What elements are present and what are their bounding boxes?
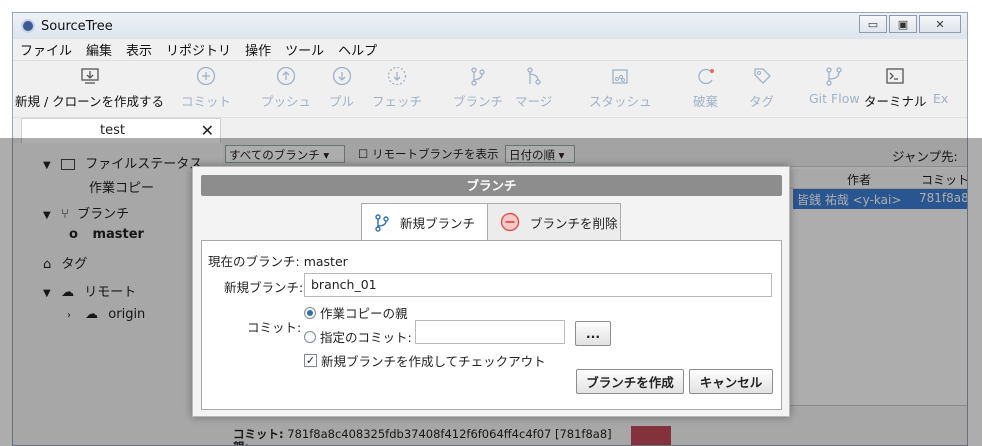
minus-circle-icon [500,212,520,232]
stash-icon [612,69,628,84]
terminal-icon [886,68,904,84]
tag-button[interactable]: タグ [749,65,774,110]
menu-help[interactable]: ヘルプ [331,40,384,59]
tab-delete-branch-label: ブランチを削除 [530,215,618,231]
title-bar: SourceTree ▭ ▣ ✕ [13,13,967,39]
explorer-button[interactable]: Ex [933,91,948,106]
terminal-button[interactable]: ターミナル [864,65,927,110]
branch-button[interactable]: ブランチ [453,65,503,110]
stash-label: スタッシュ [589,94,652,109]
specified-commit-input[interactable] [415,320,565,344]
branch-label: ブランチ [453,94,504,109]
git-flow-icon [826,67,842,86]
tab-delete-branch[interactable]: ブランチを削除 [487,203,621,241]
radio-specified-commit-label: 指定のコミット: [320,330,412,345]
commit-button[interactable]: コミット [181,65,231,110]
discard-button[interactable]: 破棄 [693,65,718,110]
discard-label: 破棄 [693,94,719,109]
maximize-button[interactable]: ▣ [889,15,917,33]
dialog-body: 現在のブランチ: master 新規ブランチ: branch_01 コミット: … [201,240,782,410]
new-branch-input[interactable]: branch_01 [304,273,772,297]
git-flow-label: Git Flow [809,91,860,106]
push-button[interactable]: プッシュ [261,65,311,110]
menu-view[interactable]: 表示 [119,40,159,59]
new-branch-label: 新規ブランチ: [224,280,304,295]
menu-actions[interactable]: 操作 [238,40,278,59]
clone-new-button[interactable]: 新規 / クローンを作成する [15,65,164,110]
checkout-checkbox-label: 新規ブランチを作成してチェックアウト [321,354,546,369]
menu-tools[interactable]: ツール [278,40,331,59]
current-branch-row: 現在のブランチ: master [208,251,348,270]
fetch-button[interactable]: フェッチ [372,65,422,110]
repo-tab-label: test [100,123,125,138]
menu-bar: ファイル 編集 表示 リポジトリ 操作 ツール ヘルプ [13,39,967,61]
discard-icon [697,68,714,85]
push-label: プッシュ [261,94,312,109]
menu-repository[interactable]: リポジトリ [159,40,238,59]
arrow-up-circle-icon [276,66,296,86]
dialog-title: ブランチ [201,175,782,196]
stash-button[interactable]: スタッシュ [589,65,652,110]
pull-button[interactable]: プル [329,65,354,110]
browse-commit-button[interactable]: ... [575,321,611,346]
git-flow-button[interactable]: Git Flow [809,65,860,106]
merge-icon [526,67,541,85]
radio-working-copy-parent[interactable]: 作業コピーの親 [304,303,408,322]
plus-circle-icon [196,66,216,86]
cancel-button[interactable]: キャンセル [689,369,773,394]
pull-label: プル [329,94,355,109]
merge-label: マージ [515,94,553,109]
close-window-button[interactable]: ✕ [919,15,961,33]
fetch-label: フェッチ [372,94,423,109]
computer-download-icon [80,68,99,84]
branch-icon [375,213,389,232]
arrow-down-dashed-circle-icon [387,66,407,86]
commit-label: コミット [181,94,232,109]
radio-working-copy-parent-label: 作業コピーの親 [320,306,408,321]
menu-file[interactable]: ファイル [13,40,79,59]
explorer-label: Ex [933,91,949,106]
merge-button[interactable]: マージ [515,65,552,110]
window-controls: ▭ ▣ ✕ [857,15,961,33]
window-title: SourceTree [41,18,113,34]
checkbox-checked-icon: ✓ [304,354,317,367]
create-branch-button[interactable]: ブランチを作成 [576,369,684,394]
clone-new-label: 新規 / クローンを作成する [15,94,165,109]
tab-new-branch-label: 新規ブランチ [400,216,476,231]
radio-selected-icon [304,306,316,319]
sourcetree-app-icon [21,19,35,33]
branch-dialog: ブランチ 新規ブランチ ブランチを削除 現在のブランチ: master 新規ブラ… [192,166,790,417]
branch-icon [471,67,485,86]
toolbar: 新規 / クローンを作成する コミット プッシュ プル フェッチ ブランチ マー… [13,61,967,117]
arrow-down-circle-icon [332,66,351,86]
radio-specified-commit[interactable]: 指定のコミット: [304,327,412,346]
checkout-checkbox[interactable]: ✓ 新規ブランチを作成してチェックアウト [304,351,546,370]
current-branch-value: master [303,254,348,269]
tag-icon [753,68,771,84]
menu-edit[interactable]: 編集 [79,40,119,59]
tag-label: タグ [749,94,775,109]
current-branch-label: 現在のブランチ: [208,254,300,269]
terminal-label: ターミナル [864,94,927,109]
tab-new-branch[interactable]: 新規ブランチ [361,203,488,241]
commit-label: コミット: [247,320,302,335]
minimize-button[interactable]: ▭ [859,15,887,33]
radio-unselected-icon [304,330,316,343]
